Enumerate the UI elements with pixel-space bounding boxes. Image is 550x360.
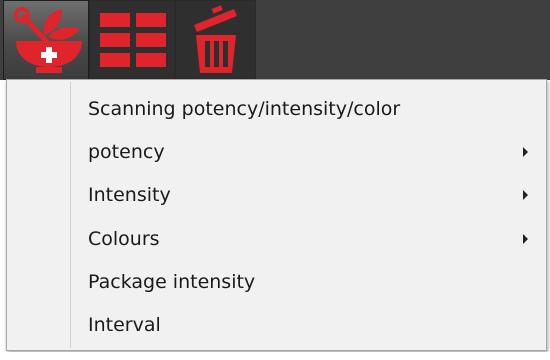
toolbar: [0, 0, 550, 80]
mortar-pestle-herb-icon: [14, 7, 82, 73]
menu-item-label: Scanning potency/intensity/color: [88, 97, 401, 120]
menu-item-colours[interactable]: Colours: [9, 217, 544, 260]
herbal-mortar-button[interactable]: [3, 0, 89, 80]
background-area: [0, 352, 550, 360]
menu-item-interval[interactable]: Interval: [9, 303, 544, 346]
grid-layout-button[interactable]: [89, 0, 175, 80]
menu-item-scanning[interactable]: Scanning potency/intensity/color: [9, 87, 544, 130]
submenu-arrow-icon: [523, 233, 528, 244]
menu-item-label: Package intensity: [88, 270, 256, 293]
menu-item-package-intensity[interactable]: Package intensity: [9, 260, 544, 303]
menu-item-intensity[interactable]: Intensity: [9, 173, 544, 216]
menu-item-potency[interactable]: potency: [9, 130, 544, 173]
trash-can-icon: [194, 5, 237, 73]
context-menu: Scanning potency/intensity/color potency…: [6, 79, 547, 351]
menu-item-label: Colours: [88, 227, 160, 250]
menu-item-label: Interval: [88, 313, 161, 336]
menu-item-label: Intensity: [88, 183, 171, 206]
trash-button[interactable]: [175, 0, 256, 80]
submenu-arrow-icon: [523, 146, 528, 157]
submenu-arrow-icon: [523, 189, 528, 200]
menu-item-label: potency: [88, 140, 165, 163]
grid-icon: [100, 13, 166, 67]
